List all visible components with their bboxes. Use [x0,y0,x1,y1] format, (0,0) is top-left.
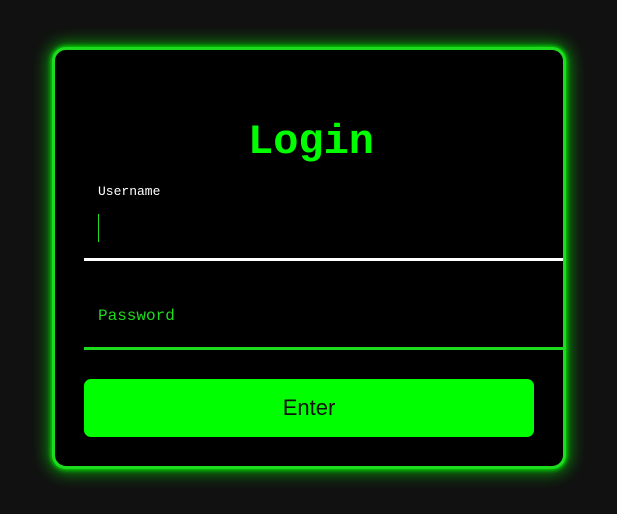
username-field[interactable]: Username [84,180,563,261]
enter-button[interactable]: Enter [84,379,534,437]
username-label: Username [98,184,161,199]
login-title: Login [247,118,375,166]
password-field[interactable]: Password [84,280,563,350]
password-input[interactable] [98,308,558,348]
login-card: Login Username Password Enter [52,47,566,469]
username-input[interactable] [98,208,558,248]
